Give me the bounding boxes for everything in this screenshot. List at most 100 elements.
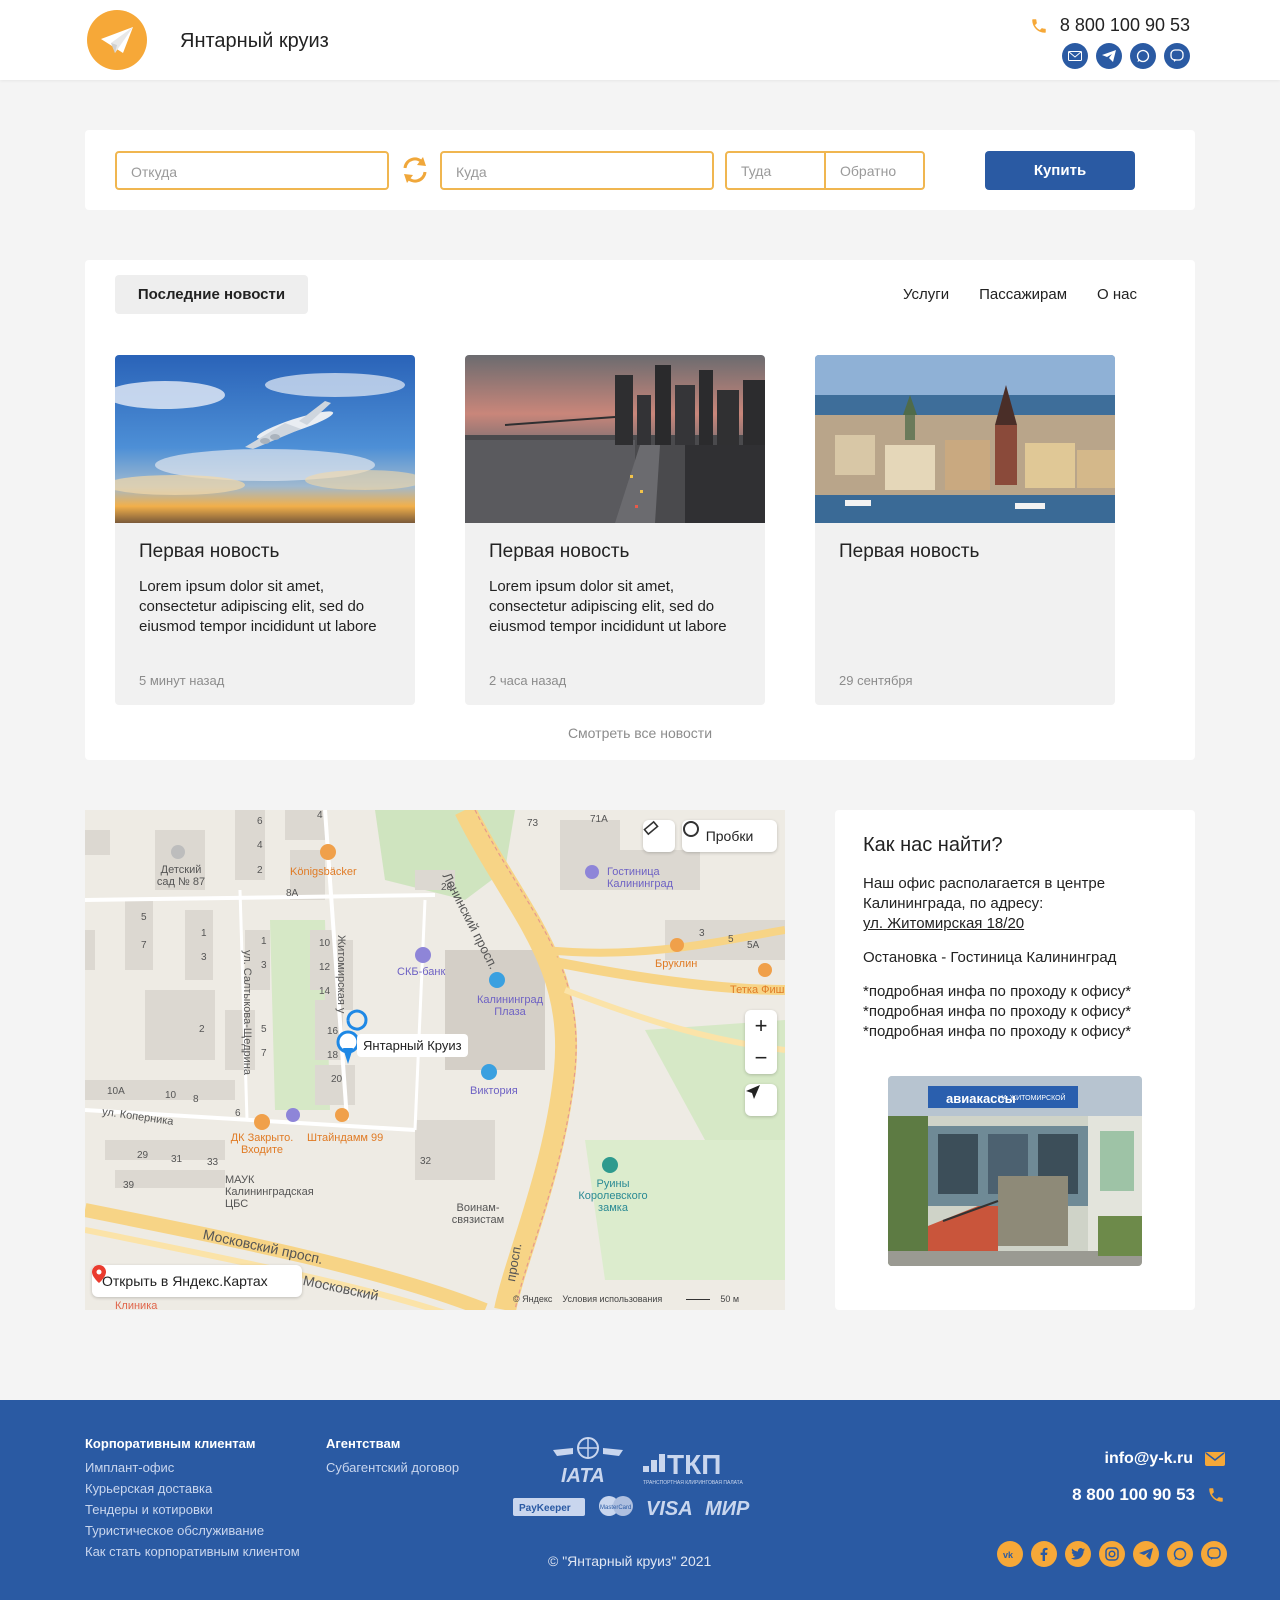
telegram-icon[interactable] <box>1133 1541 1159 1567</box>
zoom-control: + − <box>745 1010 777 1074</box>
news-card[interactable]: Первая новость Lorem ipsum dolor sit ame… <box>115 355 415 705</box>
map-label: Тетка Фиш <box>730 984 785 996</box>
social-links: vk <box>997 1541 1227 1567</box>
map-label: Детский сад № 87 <box>156 864 206 888</box>
zoom-in-button[interactable]: + <box>755 1010 768 1042</box>
map-label: Клиника <box>115 1300 158 1310</box>
ticket-search-form: Откуда Куда Туда Обратно Купить <box>85 130 1195 210</box>
footer-email[interactable]: info@y-k.ru <box>1105 1450 1225 1468</box>
mail-icon[interactable] <box>1062 43 1088 69</box>
footer-link[interactable]: Тендеры и котировки <box>85 1499 300 1520</box>
news-title: Первая новость <box>489 541 630 562</box>
house-number: 5 <box>261 1024 267 1035</box>
paykeeper-text: PayKeeper <box>519 1503 571 1514</box>
house-number: 3 <box>261 960 267 971</box>
house-number: 5 <box>141 912 147 923</box>
house-number: 33 <box>207 1157 219 1168</box>
footer-corporate: Корпоративным клиентам Имплант-офис Курь… <box>85 1436 300 1562</box>
twitter-icon[interactable] <box>1065 1541 1091 1567</box>
house-number: 71А <box>590 814 608 825</box>
viber-icon[interactable] <box>1164 43 1190 69</box>
swap-icon[interactable] <box>399 154 431 186</box>
to-input[interactable]: Куда <box>440 151 714 190</box>
map-label: СКБ-банк <box>397 966 446 978</box>
map-terms-link[interactable]: Условия использования <box>562 1294 662 1304</box>
ruler-icon[interactable] <box>643 820 675 852</box>
news-time: 5 минут назад <box>139 673 225 688</box>
contact-title: Как нас найти? <box>863 834 1003 856</box>
vk-icon[interactable]: vk <box>997 1541 1023 1567</box>
map-label: Königsbäcker <box>290 866 357 878</box>
viber-icon[interactable] <box>1201 1541 1227 1567</box>
header-phone[interactable]: 8 800 100 90 53 <box>1030 15 1190 36</box>
house-number: 32 <box>420 1156 432 1167</box>
facebook-icon[interactable] <box>1031 1541 1057 1567</box>
from-input[interactable]: Откуда <box>115 151 389 190</box>
mastercard-logo: MasterCard <box>599 1496 633 1516</box>
traffic-label: Пробки <box>705 828 754 844</box>
paper-plane-icon <box>101 27 133 53</box>
map-label: Калининград Плаза <box>476 994 544 1018</box>
map-label: Штайндамм 99 <box>307 1132 384 1144</box>
traffic-icon <box>683 821 699 837</box>
logo[interactable] <box>87 10 147 70</box>
buy-button[interactable]: Купить <box>985 151 1135 190</box>
map-copyright[interactable]: © Яндекс <box>513 1294 552 1304</box>
office-pin-label[interactable]: Янтарный Круиз <box>357 1034 468 1057</box>
news-card[interactable]: Первая новость 29 сентября <box>815 355 1115 705</box>
house-number: 14 <box>319 986 331 997</box>
map-pin-icon <box>92 1265 106 1283</box>
news-card[interactable]: Первая новость Lorem ipsum dolor sit ame… <box>465 355 765 705</box>
house-number: 20 <box>331 1074 343 1085</box>
house-number: 7 <box>261 1048 267 1059</box>
location-arrow-icon <box>746 1085 760 1099</box>
footer-link[interactable]: Как стать корпоративным клиентом <box>85 1541 300 1562</box>
directions-line: *подробная инфа по проходу к офису* <box>863 1003 1132 1020</box>
office-address-link[interactable]: ул. Житомирская 18/20 <box>863 915 1024 932</box>
whatsapp-icon[interactable] <box>1167 1541 1193 1567</box>
nav-services[interactable]: Услуги <box>903 286 949 303</box>
map-label: Гостиница Калининград <box>607 866 674 890</box>
directions-line: *подробная инфа по проходу к офису* <box>863 1023 1132 1040</box>
footer-link[interactable]: Курьерская доставка <box>85 1478 300 1499</box>
depart-date-input[interactable]: Туда <box>727 153 824 188</box>
news-excerpt: Lorem ipsum dolor sit amet, consectetur … <box>489 578 727 635</box>
yandex-map[interactable]: Пробки + − Янтарный Круиз Открыть в Янде… <box>85 810 785 1310</box>
footer-link[interactable]: Имплант-офис <box>85 1457 300 1478</box>
site-footer: Корпоративным клиентам Имплант-офис Курь… <box>0 1400 1280 1600</box>
tkp-subtext: ТРАНСПОРТНАЯ КЛИРИНГОВАЯ ПАЛАТА <box>643 1480 744 1486</box>
see-all-news-link[interactable]: Смотреть все новости <box>85 725 1195 741</box>
geolocation-button[interactable] <box>745 1084 777 1116</box>
date-range-field: Туда Обратно <box>725 151 925 190</box>
brand-name: Янтарный круиз <box>180 30 329 52</box>
svg-text:vk: vk <box>1003 1550 1014 1559</box>
traffic-button[interactable]: Пробки <box>682 820 777 852</box>
zoom-out-button[interactable]: − <box>755 1042 768 1074</box>
telegram-icon[interactable] <box>1096 43 1122 69</box>
footer-heading: Корпоративным клиентам <box>85 1436 256 1451</box>
return-date-input[interactable]: Обратно <box>824 153 923 188</box>
house-number: 73 <box>527 818 539 829</box>
open-in-yandex-maps-label: Открыть в Яндекс.Картах <box>102 1273 268 1289</box>
house-number: 3 <box>699 928 705 939</box>
shop-sign-subtext: НА ЖИТОМИРСКОЙ <box>998 1093 1066 1102</box>
footer-link[interactable]: Туристическое обслуживание <box>85 1520 300 1541</box>
house-number: 29 <box>137 1150 149 1161</box>
nav-passengers[interactable]: Пассажирам <box>979 286 1067 303</box>
tab-latest-news[interactable]: Последние новости <box>115 275 308 314</box>
footer-phone[interactable]: 8 800 100 90 53 <box>1072 1485 1225 1505</box>
whatsapp-icon[interactable] <box>1130 43 1156 69</box>
news-time: 29 сентября <box>839 673 913 688</box>
house-number: 18 <box>327 1050 339 1061</box>
footer-link[interactable]: Субагентский договор <box>326 1457 459 1478</box>
instagram-icon[interactable] <box>1099 1541 1125 1567</box>
footer-phone-text: 8 800 100 90 53 <box>1072 1485 1195 1504</box>
news-time: 2 часа назад <box>489 673 567 688</box>
nav-about[interactable]: О нас <box>1097 286 1137 303</box>
map-scale: 50 м <box>720 1294 740 1304</box>
scale-bar <box>686 1299 711 1300</box>
map-label: ул. Салтыкова-Щедрина <box>241 950 253 1075</box>
house-number: 6 <box>235 1108 241 1119</box>
header-phone-text: 8 800 100 90 53 <box>1059 15 1190 35</box>
open-in-yandex-maps-button[interactable]: Открыть в Яндекс.Картах <box>92 1265 302 1297</box>
